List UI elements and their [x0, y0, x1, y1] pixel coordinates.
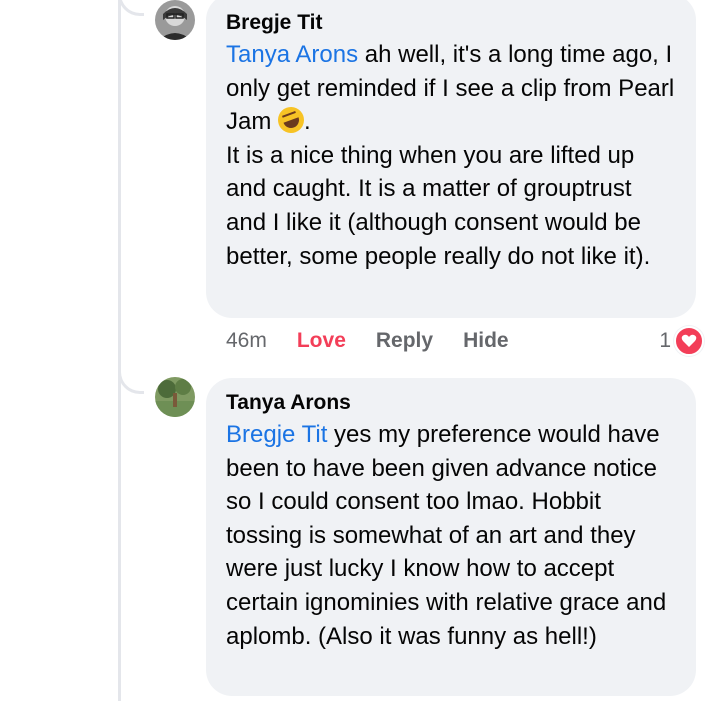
reaction-summary[interactable]: 1	[659, 326, 704, 356]
comment-timestamp[interactable]: 46m	[226, 329, 267, 353]
thread-line	[118, 0, 121, 701]
reply-button[interactable]: Reply	[376, 329, 433, 353]
comment-actions: 46m Love Reply Hide	[226, 326, 539, 356]
comment-author[interactable]: Bregje Tit	[226, 10, 676, 36]
comment-text-part: .	[304, 108, 311, 136]
hide-button[interactable]: Hide	[463, 329, 509, 353]
mention-link[interactable]: Bregje Tit	[226, 421, 327, 448]
thread-connector	[118, 368, 144, 394]
reaction-count: 1	[659, 329, 671, 352]
comment-text-part: It is a nice thing when you are lifted u…	[226, 141, 651, 270]
avatar-photo	[155, 0, 195, 40]
comment-bubble: Tanya Arons Bregje Tit yes my preference…	[206, 378, 696, 696]
avatar[interactable]	[155, 0, 195, 40]
comment-text: Tanya Arons ah well, it's a long time ag…	[226, 38, 676, 273]
comment-bubble: Bregje Tit Tanya Arons ah well, it's a l…	[206, 0, 696, 318]
comment-text: Bregje Tit yes my preference would have …	[226, 418, 676, 653]
avatar-photo	[155, 377, 195, 417]
comment-text-part: yes my preference would have been to hav…	[226, 421, 667, 650]
love-button[interactable]: Love	[297, 329, 346, 353]
heart-icon	[674, 326, 704, 356]
mention-link[interactable]: Tanya Arons	[226, 41, 358, 68]
thread-connector	[118, 0, 144, 16]
rolling-on-floor-laughing-icon	[274, 103, 308, 137]
avatar[interactable]	[155, 377, 195, 417]
comment-author[interactable]: Tanya Arons	[226, 390, 676, 416]
